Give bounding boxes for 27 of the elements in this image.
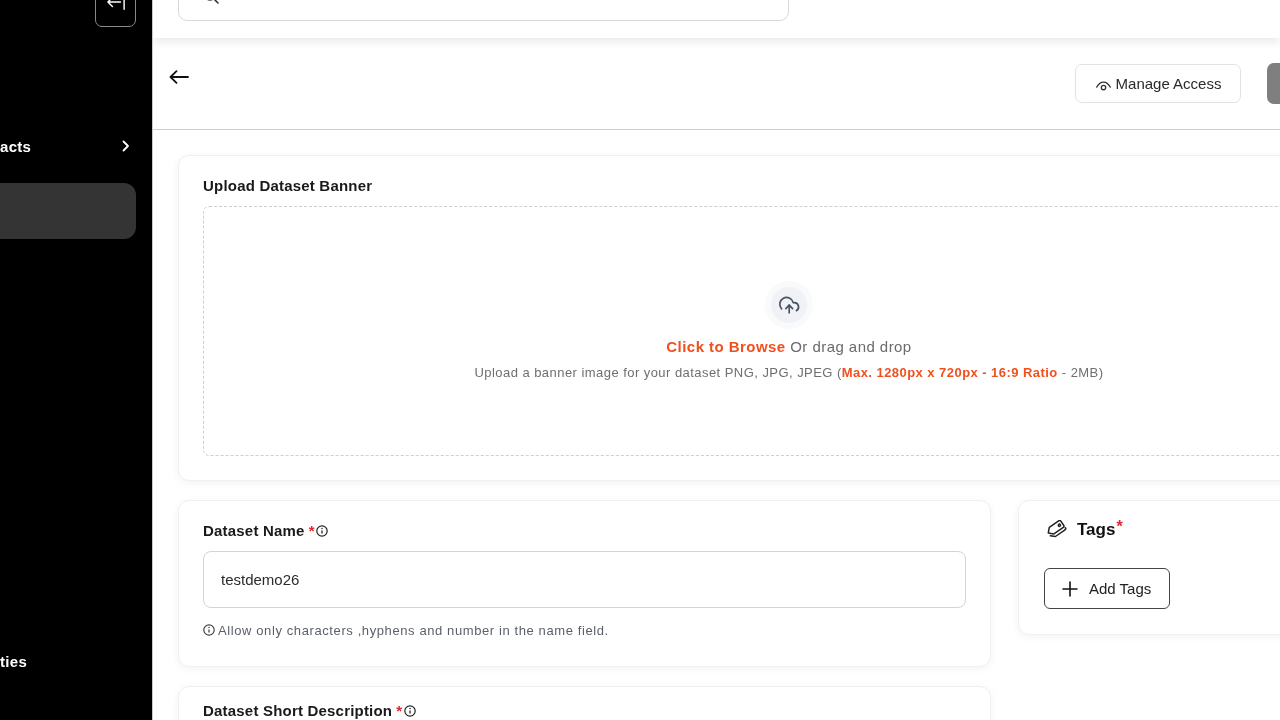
sidebar-item[interactable]: ties	[0, 641, 136, 681]
eye-icon	[1094, 78, 1112, 91]
sidebar-item[interactable]: acts	[0, 126, 136, 166]
field-label: Dataset Short Description	[203, 701, 393, 719]
cloud-upload-icon	[765, 281, 813, 329]
required-asterisk: *	[1116, 518, 1123, 536]
info-icon	[316, 525, 329, 537]
browse-link[interactable]: Click to Browse	[666, 338, 786, 355]
chevron-right-icon	[122, 140, 130, 152]
required-asterisk: *	[396, 701, 403, 719]
required-asterisk: *	[308, 521, 315, 539]
tag-icon	[1045, 520, 1067, 540]
upload-dropzone[interactable]: Click to Browse Or drag and drop Upload a banner image for your dataset PNG, JPG, JPEG (Max. 1280px x 720px - 16:9 Ratio - 2MB)	[203, 206, 1280, 456]
add-tags-button[interactable]: Add Tags	[1044, 568, 1170, 609]
name-input-field[interactable]: testdemo26	[203, 551, 966, 608]
field-label: Dataset Name	[203, 521, 305, 539]
upload-hint: Upload a banner image for your dataset PNG, JPG, JPEG (Max. 1280px x 720px - 16:9 Ratio - 2MB)	[474, 365, 1104, 381]
info-icon	[404, 705, 417, 717]
upload-instructions: Click to Browse Or drag and drop	[666, 337, 912, 357]
card-title: Tags	[1077, 520, 1116, 540]
back-arrow-icon	[169, 70, 189, 84]
back-button[interactable]	[169, 70, 189, 84]
field-hint: Allow only characters ,hyphens and number in the name field.	[218, 622, 609, 638]
card-title: Upload Dataset Banner	[203, 176, 374, 196]
plus-icon	[1062, 580, 1078, 597]
manage-access-button[interactable]: Manage Access	[1075, 64, 1241, 103]
info-icon	[203, 624, 215, 636]
